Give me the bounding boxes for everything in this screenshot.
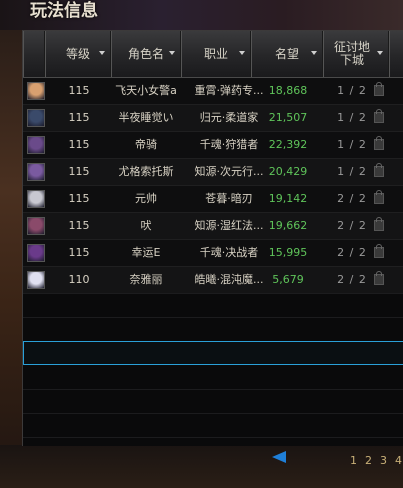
divider [23, 389, 403, 390]
dungeon-cell: 1 / 2 [337, 138, 367, 151]
header-level-label: 等级 [65, 46, 90, 61]
header-job-label: 职业 [203, 46, 228, 61]
level-cell: 115 [68, 165, 90, 178]
sort-caret-icon [169, 51, 175, 55]
header-extra-column [389, 31, 403, 77]
dungeon-cell: 2 / 2 [337, 192, 367, 205]
left-background [0, 30, 22, 488]
page-link[interactable]: 1 [350, 454, 357, 467]
name-cell: 元帅 [135, 192, 157, 205]
name-cell: 幸运E [131, 246, 161, 259]
level-cell: 115 [68, 219, 90, 232]
dungeon-cell: 1 / 2 [337, 165, 367, 178]
divider [23, 317, 403, 318]
header-job[interactable]: 职业 [181, 31, 251, 77]
dungeon-cell: 2 / 2 [337, 273, 367, 286]
window-title: 玩法信息 [30, 1, 98, 21]
name-cell: 尤格索托斯 [118, 165, 174, 178]
level-cell: 115 [68, 246, 90, 259]
name-cell: 半夜睡觉い [118, 111, 174, 124]
level-cell: 110 [68, 273, 90, 286]
name-cell: 帝骑 [135, 138, 157, 151]
level-cell: 115 [68, 138, 90, 151]
table-row[interactable]: 115 尤格索托斯 知源·次元行... 20,429 1 / 2 [23, 159, 403, 186]
lock-icon [374, 217, 384, 231]
level-cell: 115 [68, 111, 90, 124]
page-link[interactable]: 4 [395, 454, 402, 467]
bottom-background [0, 445, 403, 488]
table-row[interactable]: 115 半夜睡觉い 归元·柔道家 21,507 1 / 2 [23, 105, 403, 132]
character-avatar [27, 109, 45, 127]
fame-cell: 18,868 [268, 84, 308, 97]
sort-caret-icon [311, 51, 317, 55]
table-row[interactable]: 110 奈雅丽 皓曦·混沌魔... 5,679 2 / 2 [23, 267, 403, 294]
info-table-panel: 等级 角色名 职业 名望 征讨地下城 115 飞天小女警a 重霄·弹药专... 18,… [22, 30, 403, 446]
lock-icon [374, 190, 384, 204]
page-link[interactable]: 2 [365, 454, 372, 467]
fame-cell: 15,995 [268, 246, 308, 259]
dungeon-cell: 2 / 2 [337, 219, 367, 232]
table-row[interactable]: 115 幸运E 千魂·决战者 15,995 2 / 2 [23, 240, 403, 267]
name-cell: 吠 [140, 219, 152, 232]
header-fame-label: 名望 [274, 46, 299, 61]
fame-cell: 19,662 [268, 219, 308, 232]
divider [23, 293, 403, 294]
table-header: 等级 角色名 职业 名望 征讨地下城 [23, 31, 403, 78]
table-row[interactable]: 115 元帅 苍暮·暗刃 19,142 2 / 2 [23, 186, 403, 213]
header-name[interactable]: 角色名 [111, 31, 181, 77]
fame-cell: 22,392 [268, 138, 308, 151]
fame-cell: 21,507 [268, 111, 308, 124]
lock-icon [374, 163, 384, 177]
character-avatar [27, 163, 45, 181]
character-avatar [27, 190, 45, 208]
dungeon-cell: 1 / 2 [337, 84, 367, 97]
prev-page-arrow-icon[interactable] [272, 451, 286, 463]
lock-icon [374, 271, 384, 285]
level-cell: 115 [68, 84, 90, 97]
dungeon-cell: 1 / 2 [337, 111, 367, 124]
header-fame[interactable]: 名望 [251, 31, 323, 77]
header-dungeon-label: 征讨地下城 [333, 40, 370, 67]
fame-cell: 5,679 [272, 273, 304, 286]
fame-cell: 20,429 [268, 165, 308, 178]
lock-icon [374, 244, 384, 258]
level-cell: 115 [68, 192, 90, 205]
table-row[interactable]: 115 吠知源·湿红法... 19,662 2 / 2 [23, 213, 403, 240]
character-avatar [27, 271, 45, 289]
header-level[interactable]: 等级 [45, 31, 111, 77]
fame-cell: 19,142 [268, 192, 308, 205]
header-dungeon[interactable]: 征讨地下城 [323, 31, 389, 77]
table-row[interactable]: 115 帝骑 千魂·狩猎者 22,392 1 / 2 [23, 132, 403, 159]
table-row[interactable]: 115 飞天小女警a 重霄·弹药专... 18,868 1 / 2 [23, 78, 403, 105]
selected-empty-row[interactable] [23, 341, 403, 365]
sort-caret-icon [99, 51, 105, 55]
page-link[interactable]: 3 [380, 454, 387, 467]
character-avatar [27, 136, 45, 154]
header-name-label: 角色名 [127, 46, 164, 61]
lock-icon [374, 82, 384, 96]
lock-icon [374, 109, 384, 123]
divider [23, 413, 403, 414]
character-avatar [27, 82, 45, 100]
dungeon-cell: 2 / 2 [337, 246, 367, 259]
name-cell: 飞天小女警a [115, 84, 177, 97]
divider [23, 437, 403, 438]
sort-caret-icon [377, 51, 383, 55]
lock-icon [374, 136, 384, 150]
sort-caret-icon [239, 51, 245, 55]
character-avatar [27, 244, 45, 262]
pagination: 1234 [350, 454, 403, 467]
name-cell: 奈雅丽 [129, 273, 163, 286]
header-avatar-column [23, 31, 45, 77]
character-avatar [27, 217, 45, 235]
